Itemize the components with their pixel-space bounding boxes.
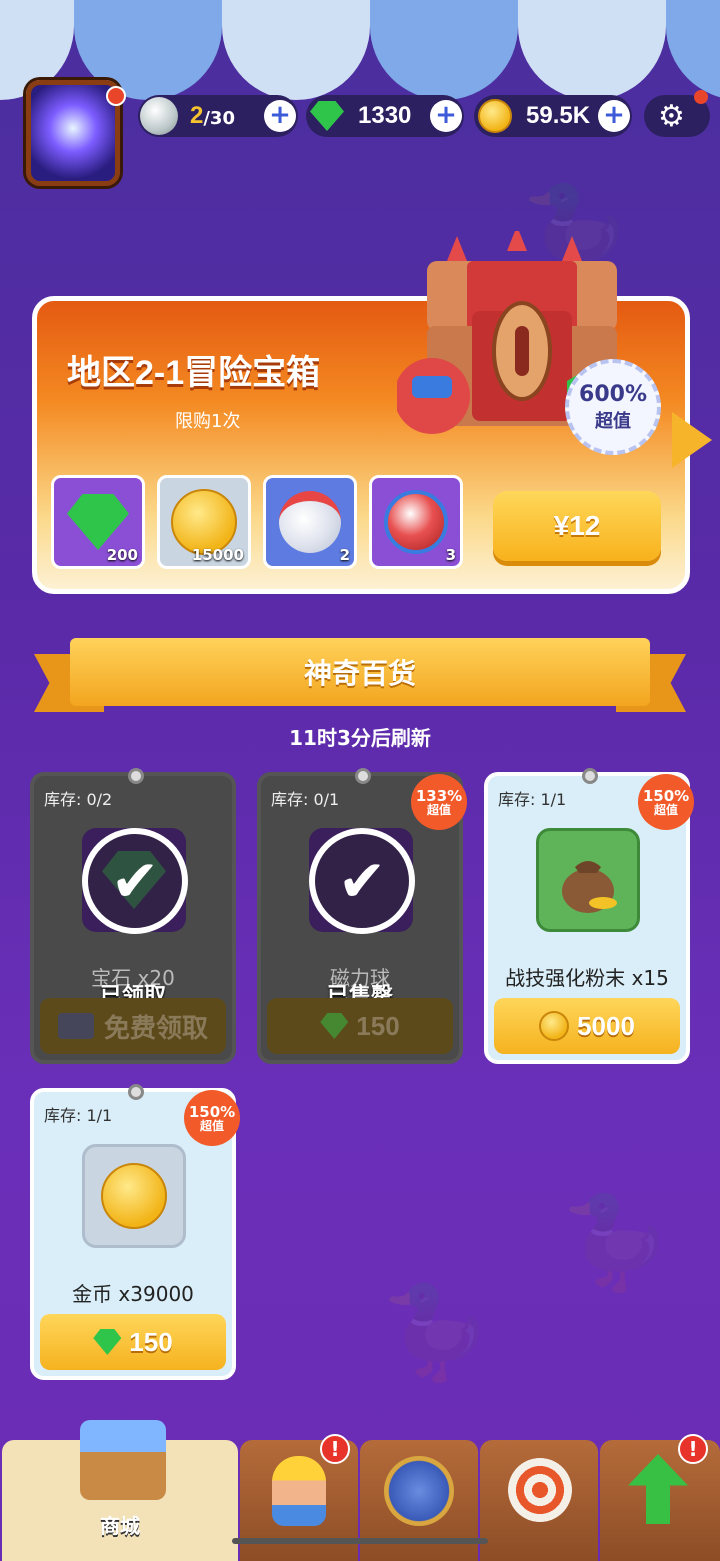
offer-item-qty: 200 <box>106 546 138 564</box>
stock-count: 库存: 1/1 <box>498 790 567 809</box>
stock-count: 库存: 0/2 <box>44 790 113 809</box>
hero-alert-icon: ! <box>320 1434 350 1464</box>
add-gems-button[interactable]: + <box>430 100 462 132</box>
value-badge-percent: 600% <box>579 381 647 407</box>
button-label: 免费领取 <box>103 1012 208 1043</box>
value-badge: 133% 超值 <box>411 774 467 830</box>
offer-item-magnet-ball[interactable]: 2 <box>263 475 357 569</box>
shop-item-gems[interactable]: 库存: 0/2 ✔ 宝石 x20 已领取 免费领取 <box>30 768 236 1064</box>
gold-coin-icon <box>539 1011 570 1041</box>
value-badge: 600% 超值 <box>565 359 661 455</box>
refresh-timer: 11时3分后刷新 <box>289 726 431 750</box>
value-badge: 150% 超值 <box>638 774 694 830</box>
button-label: 150 <box>129 1326 173 1357</box>
duck-watermark-icon: 🦆 <box>380 1280 493 1385</box>
buy-button: 150 <box>267 998 453 1054</box>
crossed-swords-icon <box>384 1456 454 1526</box>
magnet-ball-red-icon <box>384 490 448 554</box>
offer-item-qty: 2 <box>339 546 350 564</box>
nav-shop[interactable]: 商城 <box>2 1420 238 1561</box>
shop-stall-icon <box>80 1420 166 1500</box>
section-title: 神奇百货 <box>70 638 650 706</box>
buy-button[interactable]: 150 <box>40 1314 226 1370</box>
shop-item-magnet-ball[interactable]: 库存: 0/1 133% 超值 ✔ 磁力球 已售罄 150 <box>257 768 467 1064</box>
stock-count: 库存: 0/1 <box>271 790 340 809</box>
avatar-notification-dot <box>106 86 126 106</box>
badge-label: 超值 <box>653 802 678 817</box>
offer-limit: 限购1次 <box>175 411 241 432</box>
shop-item-powder[interactable]: 库存: 1/1 150% 超值 战技强化粉末 x15 5000 <box>484 768 694 1064</box>
buy-offer-button[interactable]: ¥12 <box>493 491 661 561</box>
gear-icon: ⚙ <box>658 98 685 134</box>
shop-item-coins[interactable]: 库存: 1/1 150% 超值 金币 x39000 150 <box>30 1084 240 1380</box>
item-name: 战技强化粉末 x15 <box>505 966 669 990</box>
video-play-icon <box>57 1013 94 1039</box>
offer-item-qty: 15000 <box>191 546 244 564</box>
nav-target[interactable] <box>480 1440 598 1561</box>
gold-coin-icon <box>101 1163 167 1229</box>
coin-value: 59.5K <box>526 102 591 129</box>
nav-shop-label: 商城 <box>100 1514 140 1538</box>
green-gem-icon <box>308 97 346 135</box>
green-gem-icon <box>320 1013 349 1039</box>
stock-count: 库存: 1/1 <box>44 1106 113 1125</box>
button-label: 5000 <box>577 1010 635 1041</box>
target-arrow-icon <box>508 1458 572 1522</box>
energy-max: /30 <box>203 107 235 129</box>
value-badge: 150% 超值 <box>184 1090 240 1146</box>
value-badge-label: 超值 <box>595 410 631 432</box>
badge-label: 超值 <box>199 1118 224 1133</box>
badge-label: 超值 <box>426 802 451 817</box>
offer-item-magnet-ball-red[interactable]: 3 <box>369 475 463 569</box>
powder-bag-icon <box>562 861 617 913</box>
buy-button[interactable]: 5000 <box>494 998 680 1054</box>
badge-percent: 133% <box>415 786 463 805</box>
settings-notification-dot <box>694 90 708 104</box>
green-gem-icon <box>67 494 129 550</box>
duck-watermark-icon: 🦆 <box>560 1190 673 1295</box>
pearl-icon <box>140 97 178 135</box>
offer-item-qty: 3 <box>445 546 456 564</box>
nav-upgrade[interactable]: ! <box>600 1434 720 1561</box>
magnet-ball-icon <box>279 491 341 553</box>
add-coins-button[interactable]: + <box>598 100 630 132</box>
badge-percent: 150% <box>642 786 690 805</box>
sold-out-check-icon: ✔ <box>309 828 415 934</box>
badge-percent: 150% <box>188 1102 236 1121</box>
free-claim-button: 免费领取 <box>40 998 226 1054</box>
upgrade-alert-icon: ! <box>678 1434 708 1464</box>
energy-current: 2 <box>190 102 204 129</box>
hero-icon <box>272 1456 326 1526</box>
next-offer-arrow-icon[interactable] <box>672 412 712 468</box>
home-indicator[interactable] <box>232 1538 488 1544</box>
energy-counter[interactable]: 2/30 + <box>138 95 298 137</box>
coin-counter[interactable]: 59.5K + <box>474 95 632 137</box>
gold-coin-icon <box>476 97 514 135</box>
upgrade-arrow-icon <box>628 1454 688 1524</box>
gem-counter[interactable]: 1330 + <box>306 95 464 137</box>
button-label: 150 <box>356 1010 400 1041</box>
green-gem-icon <box>93 1329 122 1355</box>
offer-title: 地区2-1冒险宝箱 <box>67 354 321 392</box>
item-tile <box>82 1144 186 1248</box>
item-name: 金币 x39000 <box>72 1282 194 1306</box>
offer-item-gems[interactable]: 200 <box>51 475 145 569</box>
adventure-chest-offer[interactable]: 地区2-1冒险宝箱 限购1次 600% 超值 200 15000 2 3 ¥12 <box>32 231 690 594</box>
offer-item-coins[interactable]: 15000 <box>157 475 251 569</box>
add-energy-button[interactable]: + <box>264 100 296 132</box>
item-tile <box>536 828 640 932</box>
section-banner: 神奇百货 <box>34 638 686 712</box>
claimed-check-icon: ✔ <box>82 828 188 934</box>
gem-value: 1330 <box>358 102 412 129</box>
